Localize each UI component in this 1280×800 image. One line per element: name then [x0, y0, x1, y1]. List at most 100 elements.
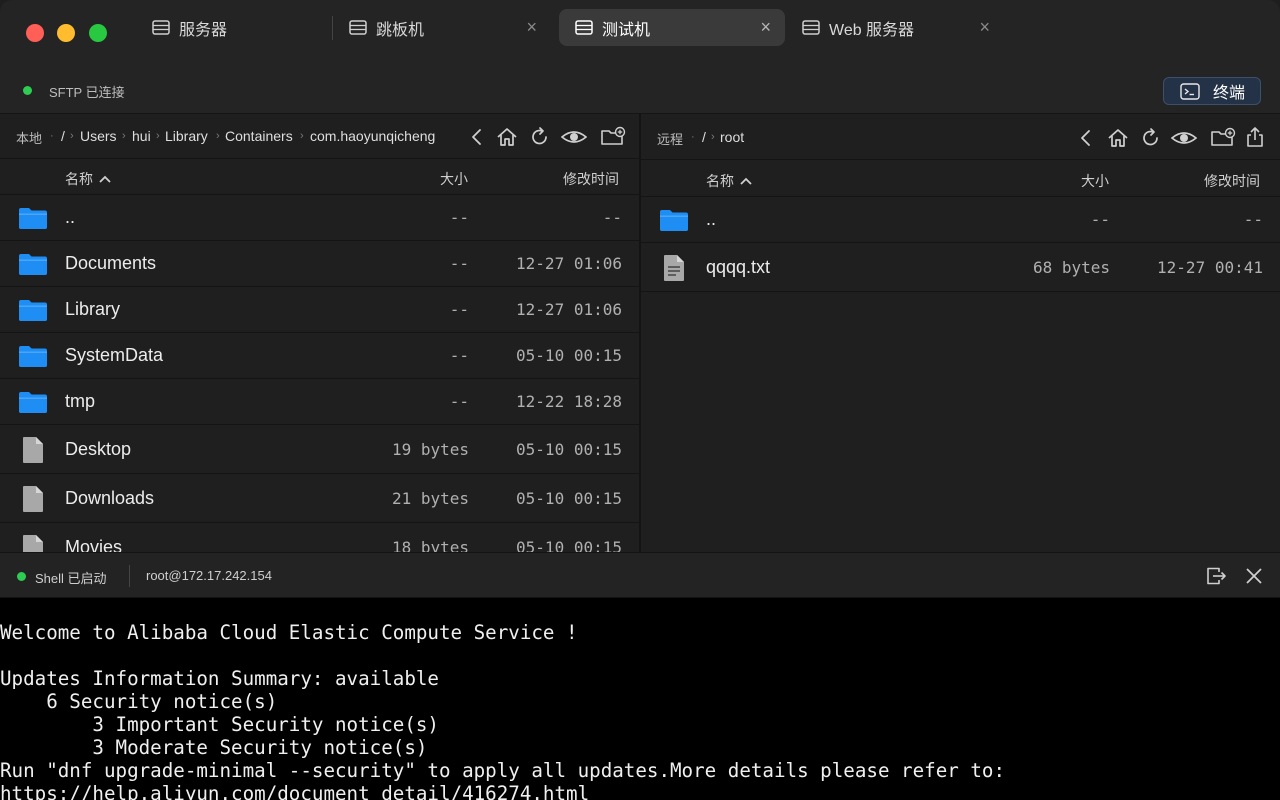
name-column-header[interactable]: 名称	[65, 169, 111, 189]
size-column-header[interactable]: 大小	[1081, 171, 1109, 191]
breadcrumb-separator: ·	[691, 131, 695, 143]
remote-location-label: 远程	[657, 132, 684, 147]
tab-label: 服务器	[179, 21, 228, 39]
column-header: 名称 大小 修改时间	[641, 160, 1280, 197]
show-hidden-icon[interactable]	[1171, 127, 1197, 149]
file-name: SystemData	[65, 345, 164, 365]
file-icon	[21, 436, 45, 469]
home-icon[interactable]	[496, 126, 518, 148]
terminal-line: https://help.aliyun.com/document_detail/…	[0, 782, 590, 800]
tab-divider	[332, 16, 333, 40]
breadcrumb-separator: ›	[156, 130, 160, 142]
file-icon	[21, 534, 45, 552]
close-tab-icon[interactable]: ×	[979, 18, 990, 36]
name-column-label: 名称	[706, 173, 734, 189]
new-folder-icon[interactable]	[1210, 127, 1236, 149]
terminal-button[interactable]: 终端	[1163, 77, 1261, 105]
folder-row[interactable]: Library -- 12-27 01:06	[0, 287, 639, 333]
remote-file-pane: 远程 · / › root 名称 大小 修改时间 .. -- -- qqqq.txt 6…	[641, 114, 1280, 552]
file-row[interactable]: Downloads 21 bytes 05-10 00:15	[0, 474, 639, 523]
show-hidden-icon[interactable]	[561, 126, 587, 148]
file-modified: 05-10 00:15	[516, 439, 622, 459]
terminal-button-label: 终端	[1213, 85, 1246, 102]
upload-share-icon[interactable]	[1244, 126, 1266, 148]
modified-column-header[interactable]: 修改时间	[1204, 171, 1260, 191]
breadcrumb-item-containers[interactable]: Containers	[225, 128, 293, 144]
sftp-status-bar: SFTP 已连接 终端	[0, 64, 1280, 114]
terminal-icon	[1180, 82, 1200, 100]
breadcrumb-item-users[interactable]: Users	[80, 128, 117, 144]
server-icon	[349, 20, 367, 35]
breadcrumb-item-root[interactable]: /	[61, 128, 65, 144]
folder-row[interactable]: tmp -- 12-22 18:28	[0, 379, 639, 425]
close-shell-icon[interactable]	[1243, 565, 1265, 587]
file-name: tmp	[65, 391, 96, 411]
server-icon	[152, 20, 170, 35]
folder-icon	[18, 298, 48, 327]
file-size: --	[449, 208, 469, 227]
shell-status-label: Shell 已启动	[35, 571, 107, 586]
connected-status-dot	[23, 86, 32, 95]
folder-row[interactable]: .. -- --	[0, 195, 639, 241]
size-column-header[interactable]: 大小	[440, 169, 468, 189]
tab-web-server[interactable]: Web 服务器 ×	[802, 9, 1002, 46]
breadcrumb-item-current[interactable]: root	[720, 129, 744, 145]
breadcrumb: 远程 · / › root	[641, 114, 1280, 160]
breadcrumb-separator: ›	[216, 130, 220, 142]
refresh-icon[interactable]	[529, 126, 551, 148]
file-size: --	[449, 346, 469, 365]
folder-row[interactable]: .. -- --	[641, 197, 1280, 243]
detach-shell-icon[interactable]	[1205, 565, 1227, 587]
folder-row[interactable]: SystemData -- 05-10 00:15	[0, 333, 639, 379]
terminal-output[interactable]: Welcome to Alibaba Cloud Elastic Compute…	[0, 598, 1280, 800]
file-name: ..	[706, 209, 717, 229]
column-header: 名称 大小 修改时间	[0, 159, 639, 195]
tab-jump-server[interactable]: 跳板机 ×	[349, 9, 549, 46]
local-file-pane: 本地 · / › Users › hui › Library › Contain…	[0, 114, 639, 552]
file-row[interactable]: Desktop 19 bytes 05-10 00:15	[0, 425, 639, 474]
breadcrumb-item-current[interactable]: com.haoyunqicheng	[310, 128, 438, 144]
file-name: qqqq.txt	[706, 256, 771, 277]
name-column-header[interactable]: 名称	[706, 171, 752, 191]
folder-row[interactable]: Documents -- 12-27 01:06	[0, 241, 639, 287]
file-modified: 12-27 01:06	[516, 254, 622, 273]
folder-icon	[659, 208, 689, 237]
close-window-button[interactable]	[26, 24, 44, 42]
breadcrumb-item-root[interactable]: /	[702, 129, 706, 145]
title-bar: 服务器 跳板机 × 测试机 × Web 服务器 ×	[0, 0, 1280, 64]
breadcrumb-item-hui[interactable]: hui	[132, 128, 151, 144]
file-size: 18 bytes	[391, 537, 469, 553]
close-tab-icon[interactable]: ×	[526, 18, 537, 36]
back-icon[interactable]	[1075, 127, 1097, 149]
shell-status-bar: Shell 已启动 root@172.17.242.154	[0, 552, 1280, 598]
folder-icon	[18, 390, 48, 419]
modified-column-header[interactable]: 修改时间	[563, 169, 619, 189]
sort-ascending-icon	[99, 175, 111, 183]
home-icon[interactable]	[1107, 127, 1129, 149]
tab-test-machine[interactable]: 测试机 ×	[559, 9, 785, 46]
close-tab-icon[interactable]: ×	[760, 18, 771, 36]
tab-label: 跳板机	[376, 21, 425, 39]
text-file-icon	[662, 254, 686, 287]
folder-icon	[18, 252, 48, 281]
name-column-label: 名称	[65, 171, 93, 187]
server-icon	[802, 20, 820, 35]
file-name: Documents	[65, 253, 157, 273]
file-modified: --	[1243, 210, 1263, 229]
zoom-window-button[interactable]	[89, 24, 107, 42]
terminal-line: Run "dnf upgrade-minimal --security" to …	[0, 759, 1006, 782]
refresh-icon[interactable]	[1140, 127, 1162, 149]
new-folder-icon[interactable]	[600, 126, 626, 148]
file-name: Library	[65, 299, 121, 319]
back-icon[interactable]	[466, 126, 488, 148]
terminal-line: 6 Security notice(s)	[0, 690, 278, 713]
file-row[interactable]: Movies 18 bytes 05-10 00:15	[0, 523, 639, 552]
file-modified: 12-22 18:28	[516, 392, 622, 411]
file-row[interactable]: qqqq.txt 68 bytes 12-27 00:41	[641, 243, 1280, 292]
file-size: 68 bytes	[1032, 257, 1110, 277]
divider	[129, 565, 130, 587]
minimize-window-button[interactable]	[57, 24, 75, 42]
tab-server[interactable]: 服务器	[152, 9, 332, 46]
file-modified: 05-10 00:15	[516, 537, 622, 553]
breadcrumb-item-library[interactable]: Library	[165, 128, 208, 144]
